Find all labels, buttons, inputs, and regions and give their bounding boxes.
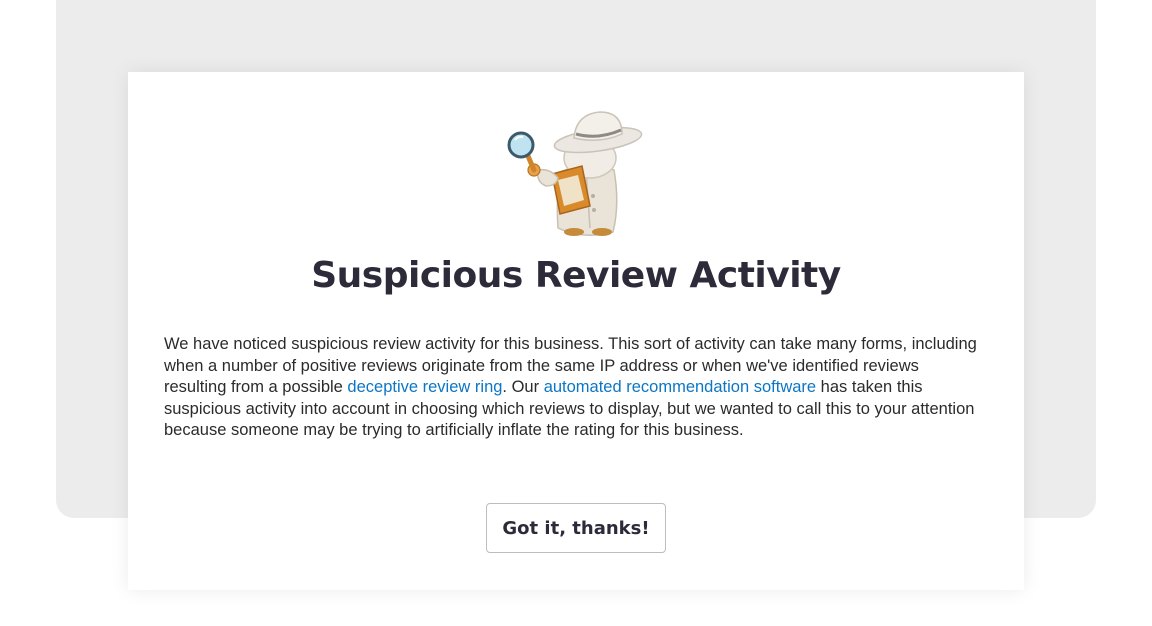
modal-title: Suspicious Review Activity <box>311 255 841 296</box>
deceptive-review-ring-link[interactable]: deceptive review ring <box>347 378 502 396</box>
body-text-part-2: . Our <box>502 378 544 396</box>
automated-recommendation-software-link[interactable]: automated recommendation software <box>544 378 816 396</box>
detective-mascot-icon <box>507 111 643 236</box>
modal-body-text: We have noticed suspicious review activi… <box>164 334 984 442</box>
suspicious-activity-modal: Suspicious Review Activity We have notic… <box>128 72 1024 590</box>
got-it-button[interactable]: Got it, thanks! <box>486 503 666 553</box>
